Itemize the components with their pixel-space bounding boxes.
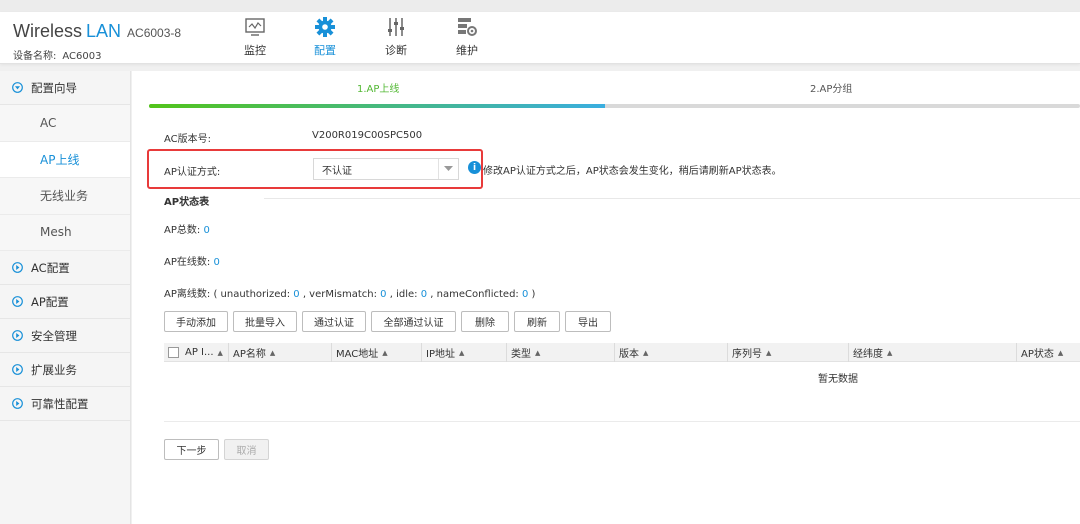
sliders-icon [385, 16, 407, 38]
sort-icon: ▲ [887, 348, 893, 357]
collapsed-circle-icon [12, 262, 23, 273]
sidebar-group-reliability[interactable]: 可靠性配置 [0, 387, 130, 421]
col-ap-id[interactable]: AP I... ▲ [164, 343, 228, 362]
device-name: 设备名称: AC6003 [13, 51, 102, 62]
nav-config-label: 配置 [314, 44, 336, 57]
sidebar-group-wizard[interactable]: 配置向导 [0, 71, 130, 105]
section-divider [264, 198, 1080, 199]
sidebar-group-ac-config[interactable]: AC配置 [0, 251, 130, 285]
manual-add-button[interactable]: 手动添加 [164, 311, 228, 332]
sort-icon: ▲ [643, 348, 649, 357]
approve-all-button[interactable]: 全部通过认证 [371, 311, 456, 332]
cancel-button[interactable]: 取消 [224, 439, 269, 460]
collapsed-circle-icon [12, 398, 23, 409]
top-strip [0, 0, 1080, 12]
auth-label: AP认证方式: [164, 167, 221, 178]
delete-button[interactable]: 删除 [461, 311, 509, 332]
table-header: AP I... ▲ AP名称 ▲ MAC地址 ▲ IP地址 ▲ 类型 ▲ 版本 ▲ 序列号 ▲… [164, 343, 1080, 362]
version-value: V200R019C00SPC500 [312, 130, 423, 141]
col-serial[interactable]: 序列号 ▲ [727, 343, 848, 362]
step-1-label[interactable]: 1.AP上线 [357, 80, 399, 95]
collapsed-circle-icon [12, 296, 23, 307]
nav-diagnose-label: 诊断 [385, 44, 407, 57]
sidebar-group-ap-config[interactable]: AP配置 [0, 285, 130, 319]
sidebar-group-security[interactable]: 安全管理 [0, 319, 130, 353]
refresh-button[interactable]: 刷新 [514, 311, 560, 332]
device-name-value: AC6003 [62, 51, 102, 62]
nav-diagnose[interactable]: 诊断 [371, 16, 421, 58]
auth-hint-text: 修改AP认证方式之后，AP状态会发生变化，稍后请刷新AP状态表。 [483, 166, 782, 177]
sort-icon: ▲ [382, 348, 388, 357]
sidebar-item-ac[interactable]: AC [0, 105, 130, 142]
sort-icon: ▲ [535, 348, 541, 357]
collapsed-circle-icon [12, 364, 23, 375]
action-toolbar: 手动添加 批量导入 通过认证 全部通过认证 删除 刷新 导出 [164, 311, 616, 332]
main-content: 1.AP上线 2.AP分组 AC版本号: V200R019C00SPC500 A… [132, 71, 1080, 524]
wizard-progress-fill [149, 104, 606, 108]
approve-button[interactable]: 通过认证 [302, 311, 366, 332]
select-all-checkbox[interactable] [168, 347, 179, 358]
sort-icon: ▲ [217, 348, 223, 357]
collapsed-circle-icon [12, 330, 23, 341]
idle-count[interactable]: 0 [421, 289, 427, 300]
table-empty-text: 暂无数据 [818, 374, 858, 385]
table-bottom-border [164, 421, 1080, 422]
sort-icon: ▲ [458, 348, 465, 357]
maintenance-icon [456, 16, 478, 38]
sidebar-group-extension[interactable]: 扩展业务 [0, 353, 130, 387]
next-step-button[interactable]: 下一步 [164, 439, 219, 460]
col-ip[interactable]: IP地址 ▲ [421, 343, 506, 362]
nav-maintain-label: 维护 [456, 44, 478, 57]
ap-online: AP在线数: 0 [164, 257, 220, 268]
nav-maintain[interactable]: 维护 [442, 16, 492, 58]
col-mac[interactable]: MAC地址 ▲ [331, 343, 421, 362]
vermismatch-count[interactable]: 0 [380, 289, 386, 300]
col-ap-name[interactable]: AP名称 ▲ [228, 343, 331, 362]
nav-monitor-label: 监控 [244, 44, 266, 57]
monitor-icon [244, 16, 266, 38]
auth-mode-select[interactable]: 不认证 [313, 158, 459, 180]
col-type[interactable]: 类型 ▲ [506, 343, 614, 362]
gear-icon [314, 16, 336, 38]
chevron-down-icon [438, 159, 458, 179]
step-2-label[interactable]: 2.AP分组 [810, 80, 852, 95]
brand-accent: LAN [86, 21, 122, 41]
version-label: AC版本号: [164, 134, 212, 145]
model-name: AC6003-8 [127, 26, 182, 40]
ap-offline: AP离线数: ( unauthorized: 0 , verMismatch: … [164, 289, 536, 300]
sidebar-item-mesh[interactable]: Mesh [0, 214, 130, 251]
nav-config[interactable]: 配置 [300, 16, 350, 58]
col-version[interactable]: 版本 ▲ [614, 343, 727, 362]
ap-online-count[interactable]: 0 [213, 257, 219, 268]
nav-monitor[interactable]: 监控 [230, 16, 280, 58]
sort-icon: ▲ [269, 348, 276, 357]
brand: Wireless LAN AC6003-8 [13, 21, 181, 42]
ap-total-count[interactable]: 0 [203, 225, 209, 236]
sidebar-item-ap-online[interactable]: AP上线 [0, 141, 130, 178]
wizard-progress-bar [149, 104, 1080, 108]
sort-icon: ▲ [766, 348, 772, 357]
ap-status-title: AP状态表 [164, 197, 210, 208]
auth-mode-value: 不认证 [322, 165, 352, 177]
col-ap-status[interactable]: AP状态 ▲ [1016, 343, 1080, 362]
batch-import-button[interactable]: 批量导入 [233, 311, 297, 332]
export-button[interactable]: 导出 [565, 311, 611, 332]
sidebar-item-wireless-service[interactable]: 无线业务 [0, 178, 130, 215]
unauthorized-count[interactable]: 0 [293, 289, 299, 300]
info-icon: i [468, 161, 481, 174]
col-coordinates[interactable]: 经纬度 ▲ [848, 343, 1016, 362]
ap-total: AP总数: 0 [164, 225, 210, 236]
brand-main: Wireless [13, 21, 83, 41]
sidebar: 配置向导 AC AP上线 无线业务 Mesh AC配置 AP配置 安全管理 扩展… [0, 71, 131, 524]
app-header: Wireless LAN AC6003-8 设备名称: AC6003 监控 配置 诊断… [0, 12, 1080, 64]
nameconflicted-count[interactable]: 0 [522, 289, 528, 300]
sort-icon: ▲ [1057, 348, 1064, 357]
expanded-circle-icon [12, 82, 23, 93]
